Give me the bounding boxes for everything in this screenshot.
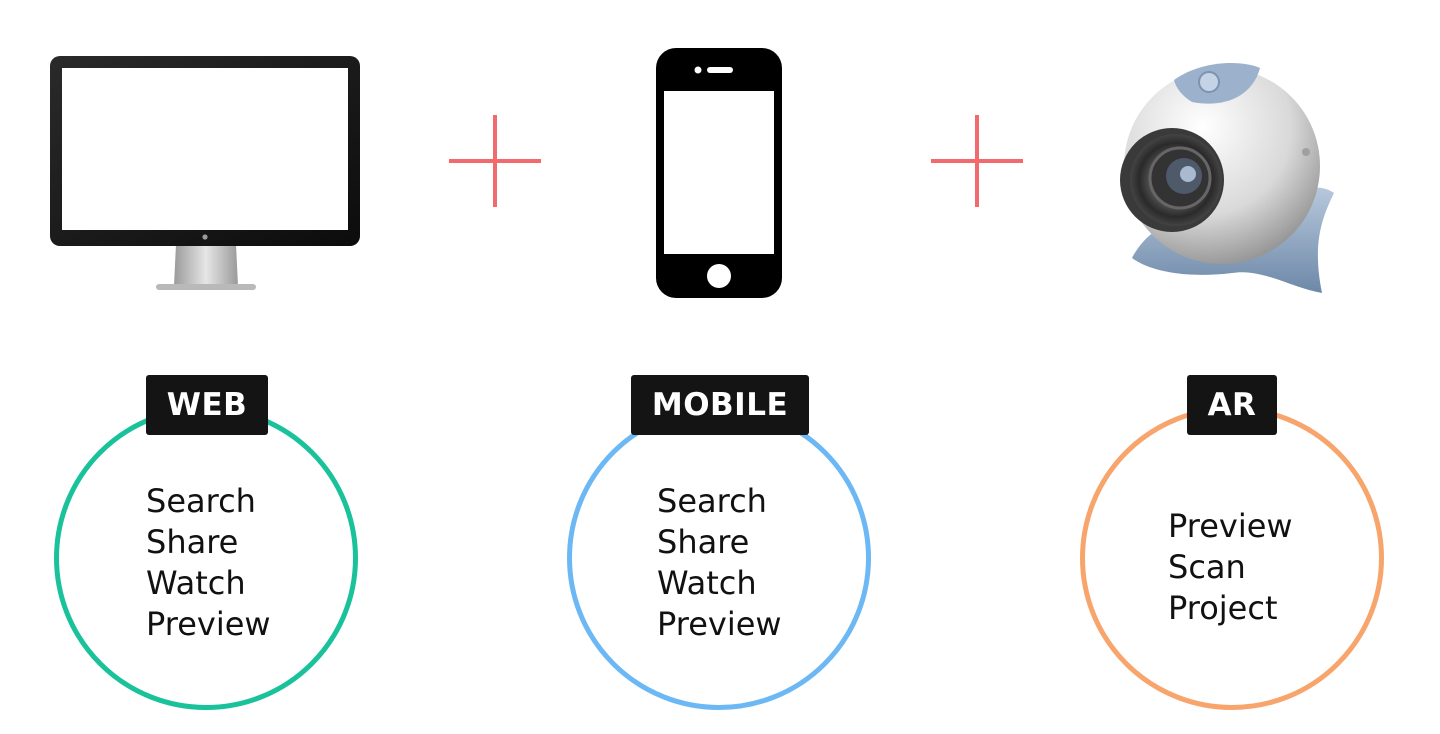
list-item: Search [146, 482, 256, 520]
list-item: Preview [657, 605, 782, 643]
list-item: Watch [146, 564, 246, 602]
desktop-monitor-icon [50, 56, 360, 290]
plus-icon [931, 115, 1023, 207]
ar-badge: AR [1187, 375, 1277, 435]
mobile-badge: MOBILE [631, 375, 809, 435]
list-item: Project [1168, 589, 1278, 627]
webcam-icon [1120, 63, 1334, 293]
smartphone-icon [656, 48, 782, 298]
ar-feature-list: Preview Scan Project [1168, 506, 1293, 629]
list-item: Search [657, 482, 767, 520]
list-item: Share [146, 523, 239, 561]
list-item: Watch [657, 564, 757, 602]
web-badge: WEB [146, 375, 268, 435]
list-item: Preview [146, 605, 271, 643]
web-feature-list: Search Share Watch Preview [146, 481, 271, 645]
plus-icon [449, 115, 541, 207]
list-item: Scan [1168, 548, 1246, 586]
list-item: Preview [1168, 507, 1293, 545]
mobile-feature-list: Search Share Watch Preview [657, 481, 782, 645]
list-item: Share [657, 523, 750, 561]
